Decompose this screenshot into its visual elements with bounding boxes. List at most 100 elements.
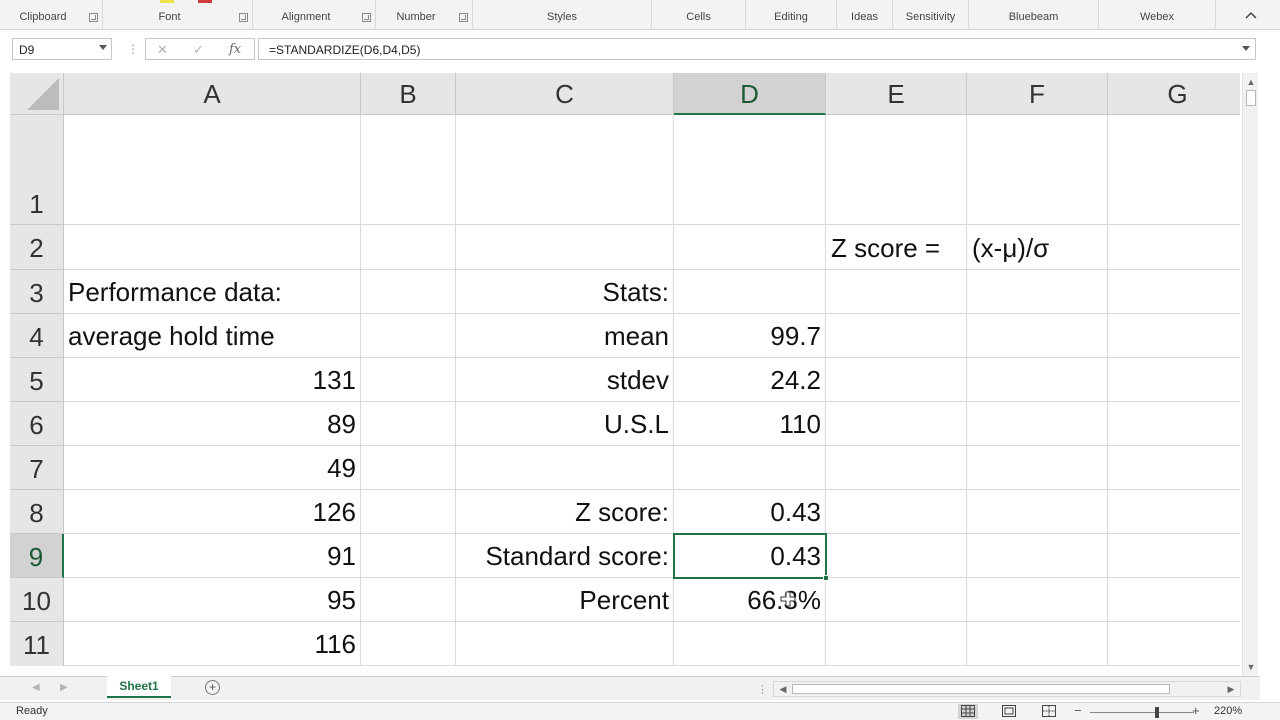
gridline xyxy=(64,577,1240,578)
gridline xyxy=(966,115,967,666)
row-header-9[interactable]: 9 xyxy=(10,534,64,578)
column-header-a[interactable]: A xyxy=(64,73,361,115)
gridline xyxy=(64,269,1240,270)
cell-a4[interactable]: average hold time xyxy=(63,321,280,352)
cell-c3[interactable]: Stats: xyxy=(456,277,674,308)
row-header-2[interactable]: 2 xyxy=(10,225,64,270)
formula-input[interactable]: =STANDARDIZE(D6,D4,D5) xyxy=(258,38,1256,60)
scroll-up-icon[interactable]: ▲ xyxy=(1243,75,1259,89)
page-break-view-button[interactable] xyxy=(1039,704,1059,719)
ribbon-group-webex: Webex xyxy=(1099,0,1216,30)
cell-d6[interactable]: 110 xyxy=(674,409,826,440)
zoom-out-button[interactable]: − xyxy=(1074,703,1082,718)
cell-a11[interactable]: 116 xyxy=(64,629,361,660)
zoom-slider[interactable] xyxy=(1090,712,1194,713)
row-header-4[interactable]: 4 xyxy=(10,314,64,358)
clipboard-dialog-launcher-icon[interactable] xyxy=(89,13,98,22)
add-sheet-icon[interactable]: + xyxy=(205,680,220,695)
previous-sheet-icon[interactable]: ◀ xyxy=(32,682,40,693)
vertical-scrollbar[interactable]: ▲ ▼ xyxy=(1242,73,1258,676)
row-header-6[interactable]: 6 xyxy=(10,402,64,446)
ribbon-group-label: Sensitivity xyxy=(905,11,956,23)
ribbon-group-label: Font xyxy=(158,11,181,23)
page-break-icon xyxy=(1042,705,1056,717)
insert-function-icon[interactable]: fx xyxy=(229,42,241,57)
scroll-left-icon[interactable]: ◀ xyxy=(776,682,790,696)
worksheet-grid[interactable]: A B C D E F G 1 2 3 4 5 6 7 8 9 10 11 Z … xyxy=(10,73,1240,666)
page-layout-icon xyxy=(1002,705,1016,717)
cell-c5[interactable]: stdev xyxy=(456,365,674,396)
cell-c6[interactable]: U.S.L xyxy=(456,409,674,440)
ribbon-group-bluebeam: Bluebeam xyxy=(969,0,1099,30)
cell-a10[interactable]: 95 xyxy=(64,585,361,616)
horizontal-scroll-thumb[interactable] xyxy=(792,684,1170,694)
column-header-b[interactable]: B xyxy=(361,73,456,115)
column-header-c[interactable]: C xyxy=(456,73,674,115)
formula-text: =STANDARDIZE(D6,D4,D5) xyxy=(269,43,421,57)
row-header-1[interactable]: 1 xyxy=(10,115,64,225)
chevron-down-icon[interactable] xyxy=(99,45,107,50)
row-header-11[interactable]: 11 xyxy=(10,622,64,666)
normal-view-button[interactable] xyxy=(958,704,978,719)
number-dialog-launcher-icon[interactable] xyxy=(459,13,468,22)
ribbon-group-label: Editing xyxy=(774,11,808,23)
row-header-10[interactable]: 10 xyxy=(10,578,64,622)
row-header-3[interactable]: 3 xyxy=(10,270,64,314)
tab-splitter-icon[interactable]: ⋮ xyxy=(757,683,768,696)
row-header-5[interactable]: 5 xyxy=(10,358,64,402)
column-header-d[interactable]: D xyxy=(674,73,826,115)
collapse-ribbon-icon[interactable] xyxy=(1244,8,1258,22)
cell-d10[interactable]: 66.3% xyxy=(674,585,826,616)
cell-a7[interactable]: 49 xyxy=(64,453,361,484)
cell-a9[interactable]: 91 xyxy=(64,541,361,572)
next-sheet-icon[interactable]: ▶ xyxy=(60,682,68,693)
gridline xyxy=(64,445,1240,446)
cell-a5[interactable]: 131 xyxy=(64,365,361,396)
row-header-8[interactable]: 8 xyxy=(10,490,64,534)
cell-c8[interactable]: Z score: xyxy=(456,497,674,528)
column-header-f[interactable]: F xyxy=(967,73,1108,115)
horizontal-scrollbar[interactable]: ◀ ▶ xyxy=(773,681,1241,697)
formula-bar-splitter-icon[interactable]: ⋮ xyxy=(127,42,139,56)
cancel-icon[interactable]: ✕ xyxy=(157,42,168,58)
select-all-button[interactable] xyxy=(10,73,64,115)
cell-d4[interactable]: 99.7 xyxy=(674,321,826,352)
fill-handle[interactable] xyxy=(823,575,829,581)
cell-a8[interactable]: 126 xyxy=(64,497,361,528)
cell-d8[interactable]: 0.43 xyxy=(674,497,826,528)
vertical-scroll-thumb[interactable] xyxy=(1246,90,1256,106)
active-cell-border xyxy=(673,533,827,579)
name-box[interactable]: D9 xyxy=(12,38,112,60)
name-box-value: D9 xyxy=(19,43,35,57)
font-dialog-launcher-icon[interactable] xyxy=(239,13,248,22)
cell-c4[interactable]: mean xyxy=(456,321,674,352)
ribbon-group-ideas: Ideas xyxy=(837,0,893,30)
column-header-g[interactable]: G xyxy=(1108,73,1240,115)
sheet-tab-bar: ◀ ▶ Sheet1 + ⋮ ◀ ▶ xyxy=(0,676,1260,700)
sheet-tab-sheet1[interactable]: Sheet1 xyxy=(107,676,171,698)
enter-icon[interactable]: ✓ xyxy=(193,42,204,58)
alignment-dialog-launcher-icon[interactable] xyxy=(362,13,371,22)
status-text: Ready xyxy=(16,705,48,717)
zoom-level[interactable]: 220% xyxy=(1214,705,1242,717)
ribbon-group-label: Alignment xyxy=(281,11,331,23)
cell-f2[interactable]: (x-μ)/σ xyxy=(967,233,1054,264)
ribbon-group-label: Bluebeam xyxy=(1008,11,1059,23)
cell-e2[interactable]: Z score = xyxy=(826,233,945,264)
scroll-right-icon[interactable]: ▶ xyxy=(1224,682,1238,696)
cell-d5[interactable]: 24.2 xyxy=(674,365,826,396)
scroll-down-icon[interactable]: ▼ xyxy=(1243,660,1259,674)
gridline xyxy=(64,533,1240,534)
ribbon-group-label: Number xyxy=(396,11,436,23)
cell-c10[interactable]: Percent xyxy=(456,585,674,616)
cell-a3[interactable]: Performance data: xyxy=(63,277,287,308)
zoom-slider-thumb[interactable] xyxy=(1155,707,1159,718)
formula-bar: D9 ⋮ ✕ ✓ fx =STANDARDIZE(D6,D4,D5) xyxy=(0,36,1260,64)
page-layout-view-button[interactable] xyxy=(999,704,1019,719)
cell-c9[interactable]: Standard score: xyxy=(456,541,674,572)
row-header-7[interactable]: 7 xyxy=(10,446,64,490)
zoom-in-button[interactable]: + xyxy=(1192,703,1200,718)
cell-a6[interactable]: 89 xyxy=(64,409,361,440)
column-header-e[interactable]: E xyxy=(826,73,967,115)
expand-formula-bar-icon[interactable] xyxy=(1242,46,1250,51)
